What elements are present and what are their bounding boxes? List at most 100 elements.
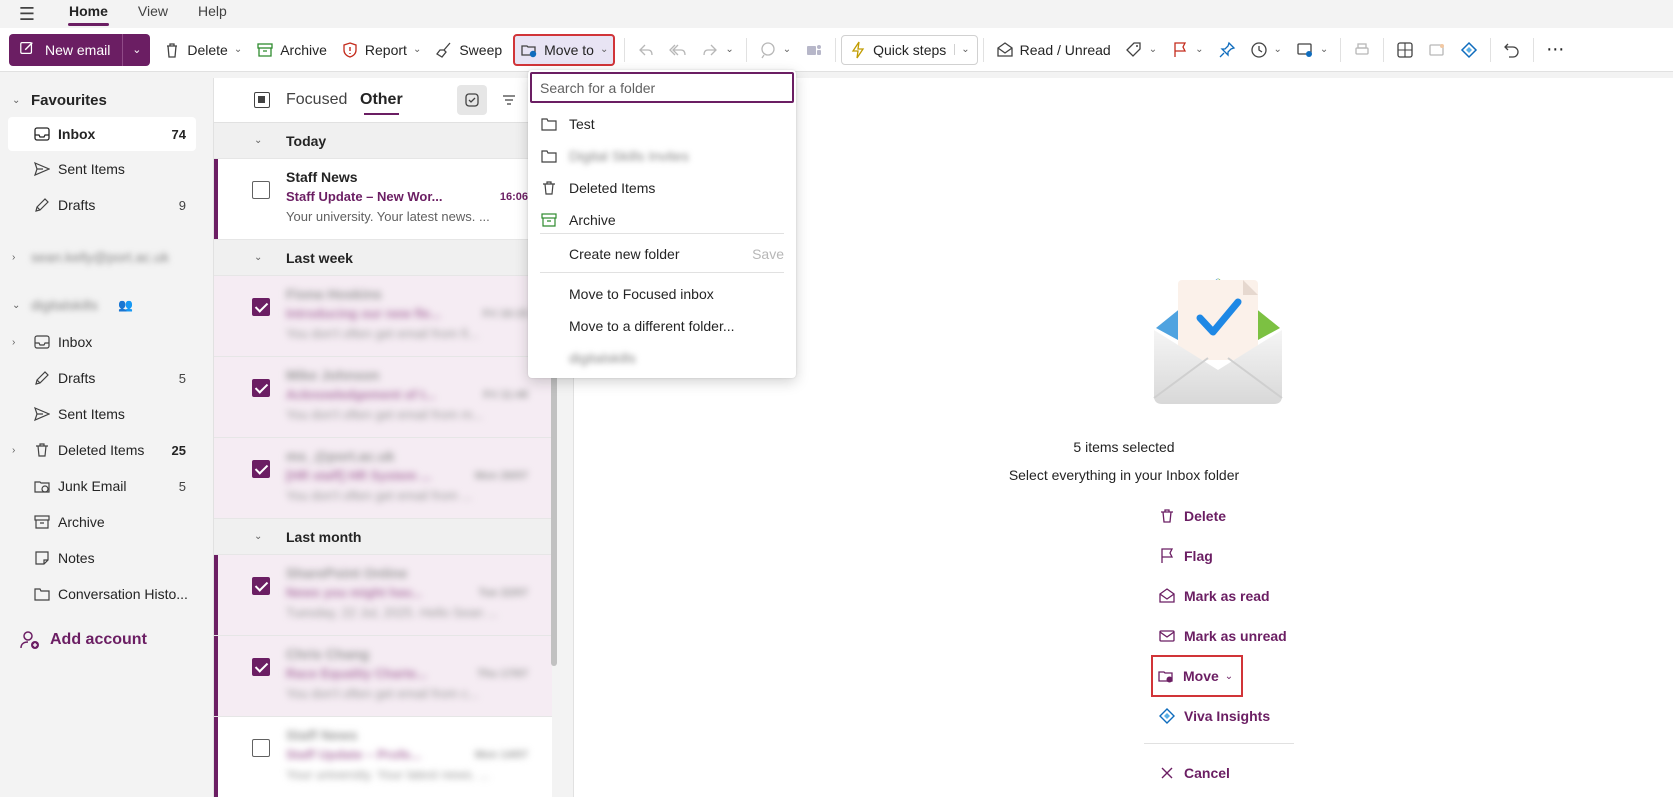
print-button[interactable] bbox=[1346, 34, 1378, 66]
more-options-button[interactable]: ⋯ bbox=[1539, 34, 1571, 66]
chevron-down-icon[interactable]: ⌄ bbox=[1320, 44, 1328, 55]
action-mark-as-unread[interactable]: Mark as unread bbox=[1158, 621, 1287, 651]
message-checkbox[interactable] bbox=[252, 577, 270, 595]
hamburger-menu-icon[interactable]: ☰ bbox=[0, 0, 54, 28]
account-header-2[interactable]: ⌄ digitalskills 👥 bbox=[0, 288, 204, 322]
chevron-down-icon[interactable]: ⌄ bbox=[254, 135, 262, 146]
filter-button[interactable] bbox=[494, 85, 524, 115]
immersive-reader-button[interactable] bbox=[1421, 34, 1453, 66]
action-mark-as-read[interactable]: Mark as read bbox=[1158, 581, 1270, 611]
reply-all-button[interactable] bbox=[662, 34, 694, 66]
folder-option-deleted-items[interactable]: Deleted Items bbox=[528, 172, 796, 204]
folder-option-digital-skills[interactable]: Digital Skills Invites bbox=[528, 140, 796, 172]
nav-item-fav-sent[interactable]: Sent Items bbox=[0, 152, 204, 186]
quick-steps-button[interactable]: Quick steps ⌄ bbox=[841, 34, 978, 65]
message-checkbox[interactable] bbox=[252, 460, 270, 478]
action-delete[interactable]: Delete bbox=[1158, 501, 1226, 531]
action-flag[interactable]: Flag bbox=[1158, 541, 1213, 571]
chevron-down-icon[interactable]: ⌄ bbox=[1274, 44, 1282, 55]
chevron-down-icon[interactable]: ⌄ bbox=[12, 95, 20, 106]
chevron-down-icon[interactable]: ⌄ bbox=[413, 44, 421, 55]
chevron-down-icon[interactable]: ⌄ bbox=[234, 44, 242, 55]
select-all-folder-link[interactable]: Select everything in your Inbox folder bbox=[574, 467, 1673, 483]
tab-help[interactable]: Help bbox=[183, 0, 242, 28]
chevron-right-icon[interactable]: › bbox=[12, 252, 15, 263]
message-checkbox[interactable] bbox=[252, 379, 270, 397]
action-move[interactable]: Move ⌄ bbox=[1150, 655, 1244, 697]
account-option[interactable]: digitalskills bbox=[528, 342, 796, 374]
message-checkbox[interactable] bbox=[252, 298, 270, 316]
viva-insights-button[interactable] bbox=[1453, 34, 1485, 66]
nav-item-drafts[interactable]: Drafts 5 bbox=[0, 361, 204, 395]
nav-item-inbox[interactable]: › Inbox bbox=[0, 325, 204, 359]
chevron-down-icon[interactable]: ⌄ bbox=[12, 300, 20, 311]
report-button[interactable]: Report ⌄ bbox=[334, 34, 428, 66]
add-account-button[interactable]: Add account bbox=[20, 630, 147, 650]
create-new-folder-option[interactable]: Create new folder Save bbox=[528, 238, 796, 270]
forward-button[interactable]: ⌄ bbox=[694, 34, 740, 66]
chat-button[interactable]: ⌄ bbox=[752, 34, 798, 66]
chevron-right-icon[interactable]: › bbox=[12, 445, 15, 456]
tab-other[interactable]: Other bbox=[360, 91, 403, 115]
move-to-focused-option[interactable]: Move to Focused inbox bbox=[528, 278, 796, 310]
account-header-1[interactable]: › sean.kelly@port.ac.uk bbox=[0, 240, 204, 274]
chevron-down-icon[interactable]: ⌄ bbox=[600, 44, 608, 55]
nav-item-junk[interactable]: Junk Email 5 bbox=[0, 469, 204, 503]
message-item[interactable]: Mike Johnson Acknowledgement of t... Fri… bbox=[214, 357, 552, 438]
chevron-down-icon[interactable]: ⌄ bbox=[1195, 44, 1203, 55]
reply-button[interactable] bbox=[630, 34, 662, 66]
message-item[interactable]: Chris Chang Race Equality Charte... Thu … bbox=[214, 636, 552, 717]
message-list-scrollbar[interactable] bbox=[551, 340, 557, 666]
chevron-down-icon[interactable]: ⌄ bbox=[254, 531, 262, 542]
action-cancel[interactable]: Cancel bbox=[1158, 758, 1230, 788]
select-all-checkbox[interactable] bbox=[254, 92, 270, 108]
group-header-last-month[interactable]: ⌄ Last month bbox=[214, 519, 552, 555]
flag-button[interactable]: ⌄ bbox=[1164, 34, 1210, 66]
undo-button[interactable] bbox=[1496, 34, 1528, 66]
nav-item-fav-inbox[interactable]: Inbox 74 bbox=[8, 117, 196, 151]
folder-search-input[interactable] bbox=[530, 72, 794, 103]
chevron-down-icon[interactable]: ⌄ bbox=[1225, 671, 1233, 682]
new-email-dropdown-button[interactable]: ⌄ bbox=[122, 33, 151, 66]
message-item[interactable]: ms_@port.ac.uk [HR staff] HR System ... … bbox=[214, 438, 552, 519]
favourites-header[interactable]: ⌄ Favourites bbox=[0, 83, 204, 117]
archive-button[interactable]: Archive bbox=[249, 34, 334, 66]
save-button[interactable]: Save bbox=[752, 246, 784, 262]
tab-view[interactable]: View bbox=[123, 0, 183, 28]
nav-item-notes[interactable]: Notes bbox=[0, 541, 204, 575]
snooze-button[interactable]: ⌄ bbox=[1243, 34, 1289, 66]
message-item[interactable]: Staff News Staff Update – Profe... Mon 1… bbox=[214, 717, 552, 797]
nav-item-deleted[interactable]: › Deleted Items 25 bbox=[0, 433, 204, 467]
nav-item-sent[interactable]: Sent Items bbox=[0, 397, 204, 431]
chevron-down-icon[interactable]: ⌄ bbox=[254, 252, 262, 263]
apps-button[interactable] bbox=[1389, 34, 1421, 66]
group-header-last-week[interactable]: ⌄ Last week bbox=[214, 240, 552, 276]
teams-button[interactable] bbox=[798, 34, 830, 66]
message-checkbox[interactable] bbox=[252, 739, 270, 757]
chevron-down-icon[interactable]: ⌄ bbox=[954, 44, 970, 55]
read-unread-button[interactable]: Read / Unread bbox=[989, 34, 1118, 66]
selection-mode-button[interactable] bbox=[457, 85, 487, 115]
message-item[interactable]: Fiona Hoskins Introducing our new fle...… bbox=[214, 276, 552, 357]
message-checkbox[interactable] bbox=[252, 181, 270, 199]
folder-option-archive[interactable]: Archive bbox=[528, 204, 796, 236]
move-to-different-folder-option[interactable]: Move to a different folder... bbox=[528, 310, 796, 342]
chevron-down-icon[interactable]: ⌄ bbox=[725, 44, 733, 55]
message-checkbox[interactable] bbox=[252, 658, 270, 676]
chevron-down-icon[interactable]: ⌄ bbox=[1149, 44, 1157, 55]
message-item[interactable]: Staff News Staff Update – New Wor... 16:… bbox=[214, 159, 552, 240]
action-viva-insights[interactable]: Viva Insights bbox=[1158, 701, 1270, 731]
nav-item-archive[interactable]: Archive bbox=[0, 505, 204, 539]
categorize-button[interactable]: ⌄ bbox=[1118, 34, 1164, 66]
move-to-button[interactable]: Move to ⌄ bbox=[513, 33, 616, 66]
message-item[interactable]: SharePoint Online News you might hav... … bbox=[214, 555, 552, 636]
nav-item-conversation-history[interactable]: Conversation Histo... bbox=[0, 577, 204, 611]
group-header-today[interactable]: ⌄ Today bbox=[214, 123, 552, 159]
chevron-right-icon[interactable]: › bbox=[12, 337, 15, 348]
tab-focused[interactable]: Focused bbox=[286, 91, 347, 109]
tab-home[interactable]: Home bbox=[54, 0, 123, 28]
chevron-down-icon[interactable]: ⌄ bbox=[783, 44, 791, 55]
nav-item-fav-drafts[interactable]: Drafts 9 bbox=[0, 188, 204, 222]
delete-button[interactable]: Delete ⌄ bbox=[156, 34, 249, 66]
rules-button[interactable]: ⌄ bbox=[1289, 34, 1335, 66]
